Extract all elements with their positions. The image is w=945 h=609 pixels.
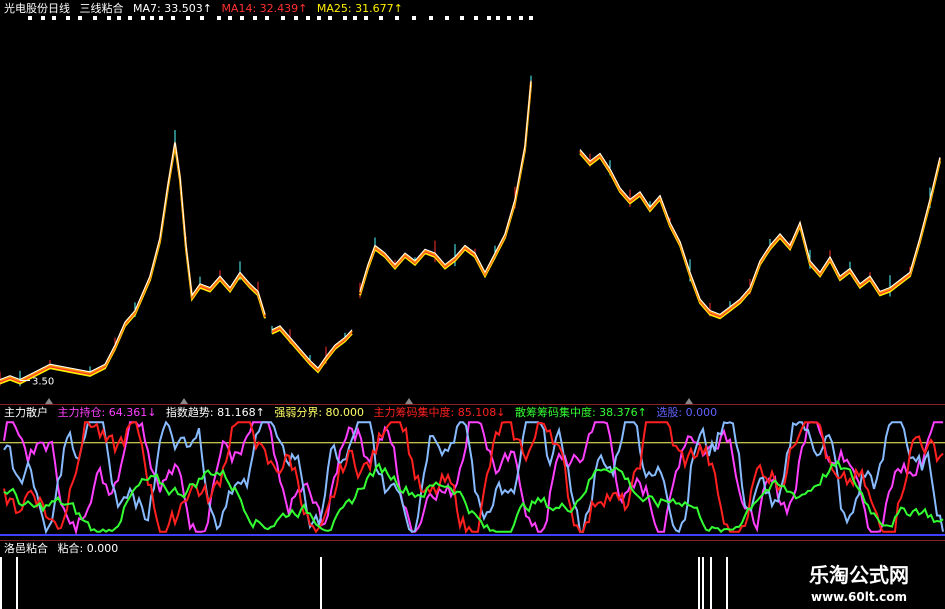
signal-mark-128 [128,16,132,20]
signal-mark-474 [474,16,478,20]
signal-mark-117 [117,16,121,20]
signal-mark-412 [412,16,416,20]
cursor-triangle-180 [180,398,188,404]
ma7-line-seg-0 [0,142,266,382]
signal-mark-343 [343,16,347,20]
signal-mark-306 [306,16,310,20]
signal-mark-487 [487,16,491,20]
cursor-triangle-685 [685,398,693,404]
watermark-title: 乐淘公式网 [809,563,909,587]
chart-window: { "main_header": { "title": "光电股份日线", "i… [0,0,945,609]
price-line-seg-0 [0,141,266,381]
signal-mark-253 [253,16,257,20]
signal-mark-328 [328,16,332,20]
bottom-panel-name: 洛邑粘合 [4,542,48,555]
signal-mark-240 [240,16,244,20]
holding-value: 主力持仓: 64.361↓ [57,406,157,419]
signal-mark-294 [294,16,298,20]
signal-mark-460 [460,16,464,20]
ma14-line-seg-0 [0,144,266,383]
stock-title: 光电股份日线 [4,2,70,15]
indicator-panel-header: 主力散户 主力持仓: 64.361↓ 指数趋势: 81.168↑ 强弱分界: 8… [4,406,723,420]
trend-value: 指数趋势: 81.168↑ [165,406,265,419]
signal-mark-107 [107,16,111,20]
site-watermark: 乐淘公式网 www.60lt.com [773,557,945,609]
indicator-panel [0,420,945,541]
signal-mark-41 [41,16,45,20]
signal-mark-93 [93,16,97,20]
ma14-value: MA14: 32.439↑ [221,2,308,15]
signal-mark-159 [159,16,163,20]
boundary-value: 强弱分界: 80.000 [274,406,365,419]
signal-mark-395 [395,16,399,20]
signal-mark-445 [445,16,449,20]
indicator-panel-name: 主力散户 [4,406,48,419]
ma25-line-seg-0 [0,145,266,385]
signal-mark-364 [364,16,368,20]
signal-mark-429 [429,16,433,20]
pick-value: 选股: 0.000 [656,406,718,419]
ma7-value: MA7: 33.503↑ [133,2,212,15]
signal-mark-217 [217,16,221,20]
signal-mark-66 [66,16,70,20]
signal-mark-186 [186,16,190,20]
bottom-panel-header: 洛邑粘合 粘合: 0.000 [4,542,124,556]
chart-canvas: 3.50 [0,16,945,609]
main-price-panel: 3.50 [0,16,945,405]
signal-mark-52 [52,16,56,20]
signal-mark-78 [78,16,82,20]
ma14-line-seg-2 [359,82,532,295]
cursor-triangle-45 [45,398,53,404]
signal-mark-353 [353,16,357,20]
signal-mark-150 [150,16,154,20]
low-price-label: 3.50 [32,377,54,388]
signal-mark-496 [496,16,500,20]
bottom-signal-panel [0,557,728,609]
signal-mark-379 [379,16,383,20]
ma25-value: MA25: 31.677↑ [316,2,403,15]
signal-mark-171 [171,16,175,20]
signal-mark-507 [507,16,511,20]
signal-mark-28 [28,16,32,20]
signal-mark-281 [281,16,285,20]
ma25-line-seg-3 [579,152,941,320]
signal-mark-317 [317,16,321,20]
signal-mark-141 [141,16,145,20]
signal-mark-200 [200,16,204,20]
main-concentration-value: 主力筹码集中度: 85.108↓ [373,406,506,419]
signal-mark-265 [265,16,269,20]
ma7-line-seg-3 [579,149,941,317]
indicator-name: 三线粘合 [79,2,124,15]
main-panel-header: 光电股份日线 三线粘合 MA7: 33.503↑ MA14: 32.439↑ M… [4,2,409,16]
bottom-panel-value: 粘合: 0.000 [57,542,119,555]
ma14-line-seg-3 [579,151,941,318]
ma7-line-seg-2 [359,81,532,293]
cursor-triangle-405 [405,398,413,404]
watermark-url: www.60lt.com [810,590,908,604]
signal-mark-228 [228,16,232,20]
signal-mark-529 [529,16,533,20]
signal-mark-519 [519,16,523,20]
price-line-seg-2 [359,80,532,292]
retail-concentration-value: 散筹筹码集中度: 38.376↑ [514,406,647,419]
